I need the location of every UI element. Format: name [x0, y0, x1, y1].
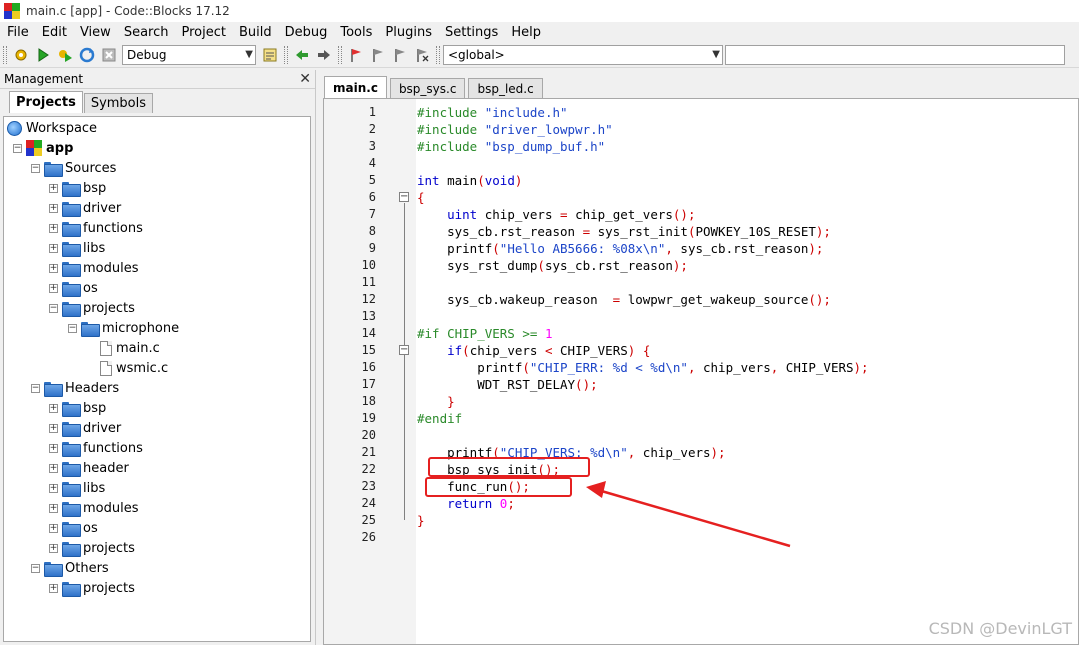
annotation-overlay [425, 457, 791, 548]
annotation-arrow-head [586, 481, 606, 498]
highlight-box-func-run [425, 477, 572, 497]
annotation-arrow-line [597, 488, 791, 548]
highlight-box-bsp-sys-init [428, 457, 590, 477]
